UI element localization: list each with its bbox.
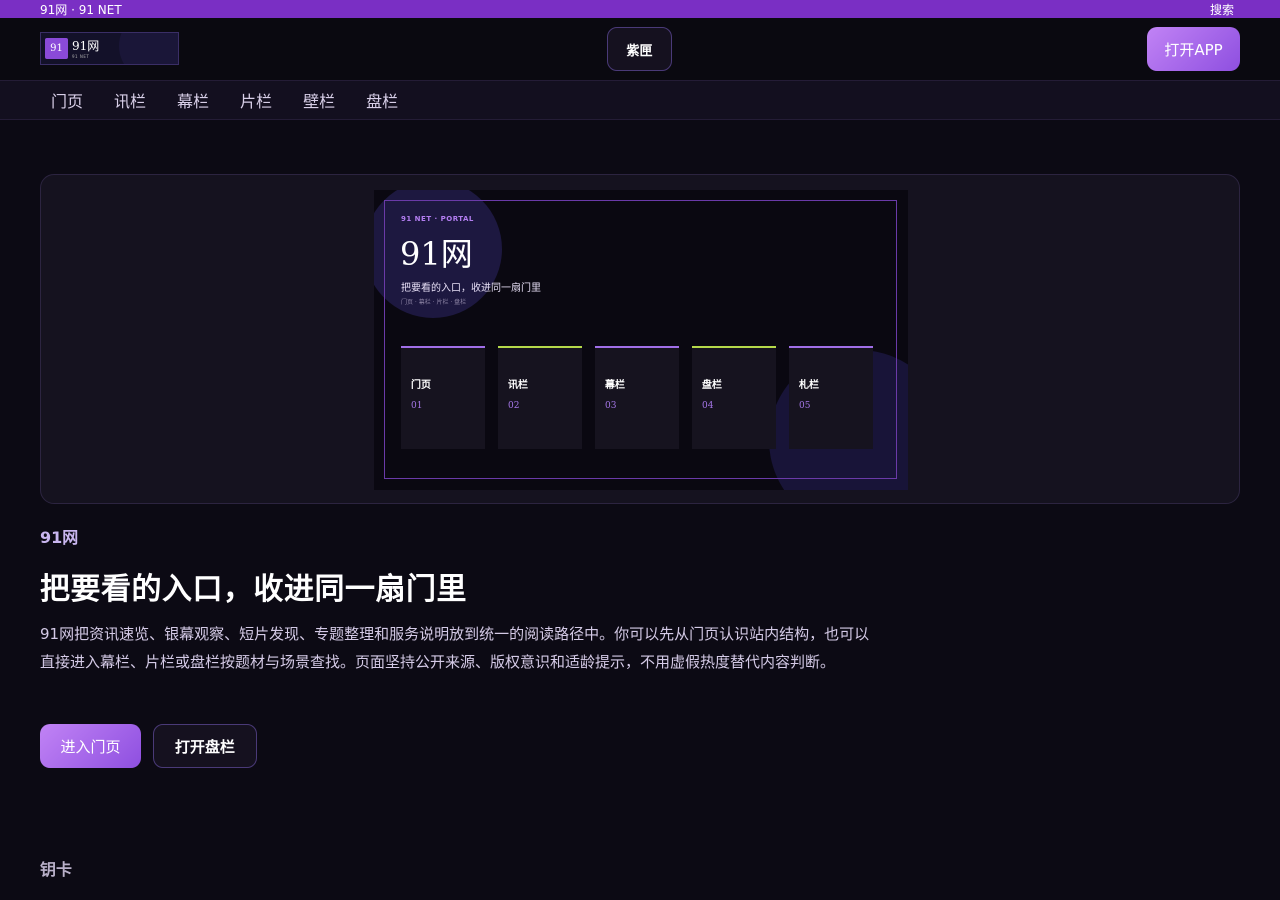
logo-name: 91网 [72, 39, 100, 53]
top-strip: 91网 · 91 NET 搜索 [0, 0, 1280, 18]
poster-card: 幕栏 03 [595, 346, 679, 449]
poster-card-title: 幕栏 [605, 380, 625, 391]
logo-subtitle: 91 NET [72, 54, 90, 59]
enter-home-button[interactable]: 进入门页 [40, 724, 141, 768]
poster-card-title: 讯栏 [508, 380, 528, 391]
poster-card-title: 札栏 [799, 380, 819, 391]
nav-item-screen[interactable]: 幕栏 [177, 88, 209, 112]
nav-item-clips[interactable]: 片栏 [240, 88, 272, 112]
poster-subtitle: 把要看的入口，收进同一扇门里 [401, 283, 541, 294]
search-link[interactable]: 搜索 [1210, 1, 1234, 18]
poster-card-number: 04 [702, 401, 714, 411]
poster-card: 讯栏 02 [498, 346, 582, 449]
poster-card: 札栏 05 [789, 346, 873, 449]
poster-card: 盘栏 04 [692, 346, 776, 449]
main-nav: 门页 讯栏 幕栏 片栏 壁栏 盘栏 [0, 80, 1280, 120]
open-disk-button[interactable]: 打开盘栏 [153, 724, 257, 768]
section-eyebrow: 91网 [40, 528, 79, 547]
poster-card-number: 05 [799, 401, 811, 411]
logo-decoration [119, 33, 178, 64]
poster-card: 门页 01 [401, 346, 485, 449]
nav-item-home[interactable]: 门页 [51, 88, 83, 112]
poster-kicker: 91 NET · PORTAL [401, 215, 474, 223]
nav-item-wallpaper[interactable]: 壁栏 [303, 88, 335, 112]
nav-item-disk[interactable]: 盘栏 [366, 88, 398, 112]
site-header: 91 91网 91 NET 紫匣 打开APP [0, 18, 1280, 80]
poster-title: 91网 [400, 235, 473, 273]
section-heading-keycards: 钥卡 [40, 860, 73, 879]
nav-item-news[interactable]: 讯栏 [114, 88, 146, 112]
poster-sections: 门页 · 幕栏 · 片栏 · 盘栏 [401, 299, 467, 306]
site-logo[interactable]: 91 91网 91 NET [40, 32, 179, 65]
poster-card-number: 02 [508, 401, 520, 411]
open-app-button[interactable]: 打开APP [1147, 27, 1240, 71]
poster-card-title: 门页 [411, 380, 431, 391]
poster-card-title: 盘栏 [702, 380, 722, 391]
purple-box-button[interactable]: 紫匣 [607, 27, 672, 71]
page-title: 把要看的入口，收进同一扇门里 [40, 572, 467, 607]
intro-description: 91网把资讯速览、银幕观察、短片发现、专题整理和服务说明放到统一的阅读路径中。你… [40, 625, 870, 671]
poster-card-number: 03 [605, 401, 617, 411]
logo-badge: 91 [45, 38, 68, 59]
hero-banner: 91 NET · PORTAL 91网 把要看的入口，收进同一扇门里 门页 · … [40, 174, 1240, 504]
poster-card-number: 01 [411, 401, 423, 411]
site-tagline: 91网 · 91 NET [40, 2, 122, 17]
hero-poster: 91 NET · PORTAL 91网 把要看的入口，收进同一扇门里 门页 · … [374, 190, 908, 490]
